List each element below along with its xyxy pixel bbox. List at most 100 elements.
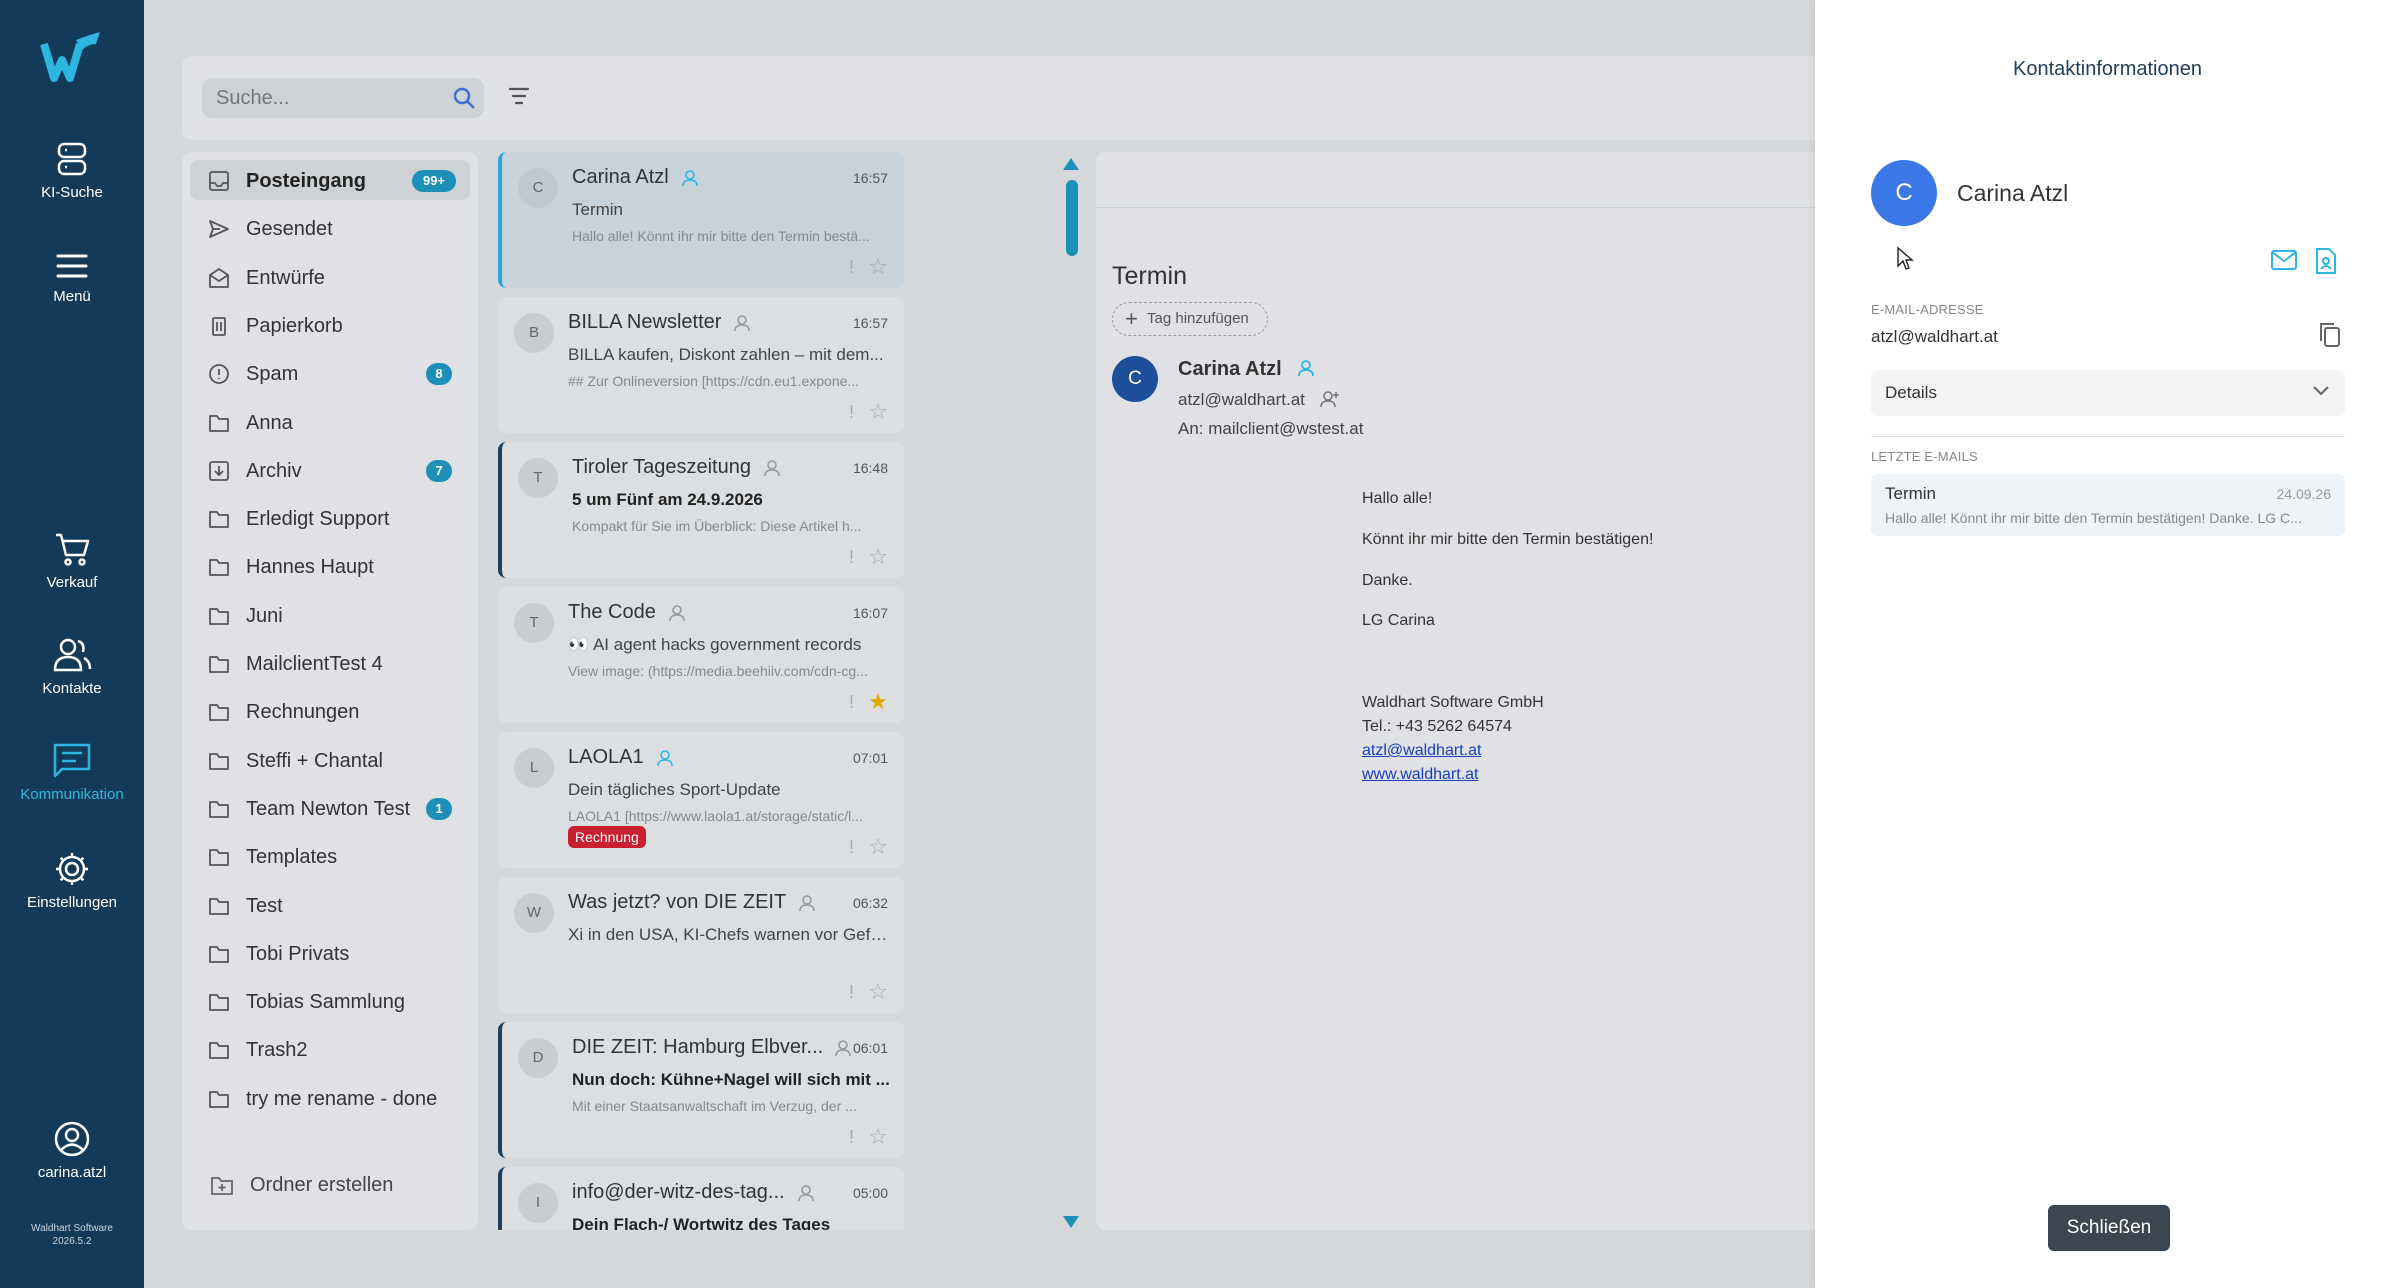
folder-item[interactable]: Team Newton Test 1 — [190, 788, 470, 828]
mail-subject: Dein tägliches Sport-Update — [568, 780, 781, 799]
folder-item[interactable]: Hannes Haupt — [190, 546, 470, 586]
sender-avatar[interactable]: C — [1112, 356, 1158, 402]
folder-item[interactable]: Gesendet — [190, 208, 470, 248]
add-contact-icon[interactable] — [1319, 390, 1340, 408]
send-mail-icon[interactable] — [2271, 250, 2297, 270]
folder-item[interactable]: Test — [190, 885, 470, 925]
star-icon[interactable]: ☆ — [868, 1124, 888, 1150]
mail-avatar: B — [514, 313, 554, 353]
nav-kontakte[interactable]: Kontakte — [0, 636, 144, 697]
folder-item[interactable]: Erledigt Support — [190, 498, 470, 538]
folder-item[interactable]: Steffi + Chantal — [190, 740, 470, 780]
priority-icon[interactable]: ! — [849, 257, 854, 278]
nav-label: Kontakte — [42, 680, 102, 697]
folder-item[interactable]: Entwürfe — [190, 257, 470, 297]
mail-tag[interactable]: Rechnung — [568, 826, 646, 848]
priority-icon[interactable]: ! — [849, 692, 854, 713]
folder-icon — [209, 1090, 229, 1108]
search-input[interactable] — [202, 78, 432, 118]
user-profile[interactable]: carina.atzl — [0, 1120, 144, 1181]
folder-item[interactable]: Templates — [190, 836, 470, 876]
unread-badge: 7 — [426, 459, 452, 482]
folder-item[interactable]: Anna — [190, 402, 470, 442]
gear-icon — [56, 853, 88, 885]
priority-icon[interactable]: ! — [849, 982, 854, 1003]
mail-time: 16:07 — [852, 605, 888, 621]
recent-email-item[interactable]: Termin 24.09.26 Hallo alle! Könnt ihr mi… — [1871, 474, 2345, 536]
nav-ki-suche[interactable]: KI-Suche — [0, 140, 144, 201]
app-logo-icon[interactable] — [40, 30, 104, 90]
folder-name: Templates — [246, 846, 338, 869]
folder-item[interactable]: Tobi Privats — [190, 933, 470, 973]
mail-list-item[interactable]: L LAOLA1 07:01 Dein tägliches Sport-Update L… — [498, 732, 904, 868]
folder-item[interactable]: MailclientTest 4 — [190, 643, 470, 683]
mail-list-scrollbar[interactable] — [1066, 180, 1078, 256]
filter-icon[interactable] — [508, 86, 530, 106]
nav-label: Kommunikation — [20, 786, 124, 803]
mail-list-item[interactable]: C Carina Atzl 16:57 Termin Hallo alle! Könnt… — [498, 152, 904, 288]
close-button[interactable]: Schließen — [2048, 1205, 2170, 1251]
mail-list-item[interactable]: B BILLA Newsletter 16:57 BILLA kaufen, Disk… — [498, 297, 904, 433]
nav-label: Verkauf — [46, 574, 98, 591]
star-icon[interactable]: ☆ — [868, 544, 888, 570]
folder-item[interactable]: Archiv 7 — [190, 450, 470, 490]
sender-name[interactable]: Carina Atzl — [1178, 358, 1315, 381]
priority-icon[interactable]: ! — [849, 837, 854, 858]
mail-list-item[interactable]: D DIE ZEIT: Hamburg Elbver... 06:01 Nun doc… — [498, 1022, 904, 1158]
folder-item[interactable]: Trash2 — [190, 1029, 470, 1069]
folder-name: MailclientTest 4 — [246, 653, 383, 675]
scroll-down-arrow[interactable] — [1063, 1216, 1079, 1228]
folder-item[interactable]: Spam 8 — [190, 353, 470, 393]
scroll-up-arrow[interactable] — [1063, 158, 1079, 170]
folder-item[interactable]: try me rename - done — [190, 1078, 470, 1118]
star-icon[interactable]: ☆ — [868, 399, 888, 425]
priority-icon[interactable]: ! — [849, 1127, 854, 1148]
folder-name: Anna — [246, 411, 293, 434]
contact-card-icon[interactable] — [2315, 248, 2337, 274]
recent-emails-label: LETZTE E-MAILS — [1871, 449, 1978, 464]
details-label: Details — [1885, 383, 1937, 402]
plus-icon: + — [1125, 306, 1138, 331]
mail-list-item[interactable]: T Tiroler Tageszeitung 16:48 5 um Fünf am 2… — [498, 442, 904, 578]
priority-icon[interactable]: ! — [849, 547, 854, 568]
nav-menu[interactable]: Menü — [0, 250, 144, 305]
version-company: Waldhart Software — [31, 1223, 113, 1234]
nav-einstellungen[interactable]: Einstellungen — [0, 850, 144, 911]
folder-item[interactable]: Rechnungen — [190, 691, 470, 731]
contact-person-icon — [835, 1040, 851, 1057]
folder-name: Rechnungen — [246, 701, 360, 724]
folder-name: Erledigt Support — [246, 508, 390, 531]
nav-kommunikation[interactable]: Kommunikation — [0, 742, 144, 803]
folder-icon — [209, 511, 229, 528]
folder-item[interactable]: Tobias Sammlung — [190, 981, 470, 1021]
folder-icon — [209, 752, 229, 770]
search-icon[interactable] — [452, 86, 476, 110]
add-tag-button[interactable]: + Tag hinzufügen — [1112, 302, 1268, 336]
star-icon[interactable]: ☆ — [868, 834, 888, 860]
mail-list-item[interactable]: Iinfo@der-witz-des-tag... 05:00 Dein Flach… — [498, 1167, 904, 1230]
send-icon — [209, 220, 229, 239]
mail-time: 05:00 — [852, 1185, 888, 1201]
folder-item[interactable]: Papierkorb — [190, 305, 470, 345]
mail-subject: 👀 AI agent hacks government records — [568, 635, 862, 654]
body-line: LG Carina — [1362, 612, 1435, 629]
folder-item[interactable]: Posteingang 99+ — [190, 160, 470, 200]
signature-web-link[interactable]: www.waldhart.at — [1362, 766, 1479, 783]
sender-email[interactable]: atzl@waldhart.at — [1178, 390, 1340, 410]
star-icon[interactable]: ☆ — [868, 254, 888, 280]
contacts-icon — [53, 638, 92, 672]
star-icon[interactable]: ☆ — [868, 979, 888, 1005]
create-folder-button[interactable]: Ordner erstellen — [200, 1164, 460, 1204]
nav-verkauf[interactable]: Verkauf — [0, 530, 144, 591]
mail-list-item[interactable]: T The Code 16:07 👀 AI agent hacks governmen… — [498, 587, 904, 723]
star-icon[interactable]: ★ — [868, 689, 888, 715]
folder-list: Posteingang 99+ Gesendet Entwürfe Papierkorb… — [182, 152, 478, 1230]
mail-preview: Kompakt für Sie im Überblick: Diese Arti… — [572, 518, 862, 534]
mail-time: 16:57 — [852, 170, 888, 186]
details-dropdown[interactable]: Details — [1871, 370, 2345, 416]
signature-email-link[interactable]: atzl@waldhart.at — [1362, 742, 1481, 759]
folder-item[interactable]: Juni — [190, 595, 470, 635]
copy-icon[interactable] — [2319, 322, 2341, 348]
mail-list-item[interactable]: W Was jetzt? von DIE ZEIT 06:32 Xi in den U… — [498, 877, 904, 1013]
priority-icon[interactable]: ! — [849, 402, 854, 423]
